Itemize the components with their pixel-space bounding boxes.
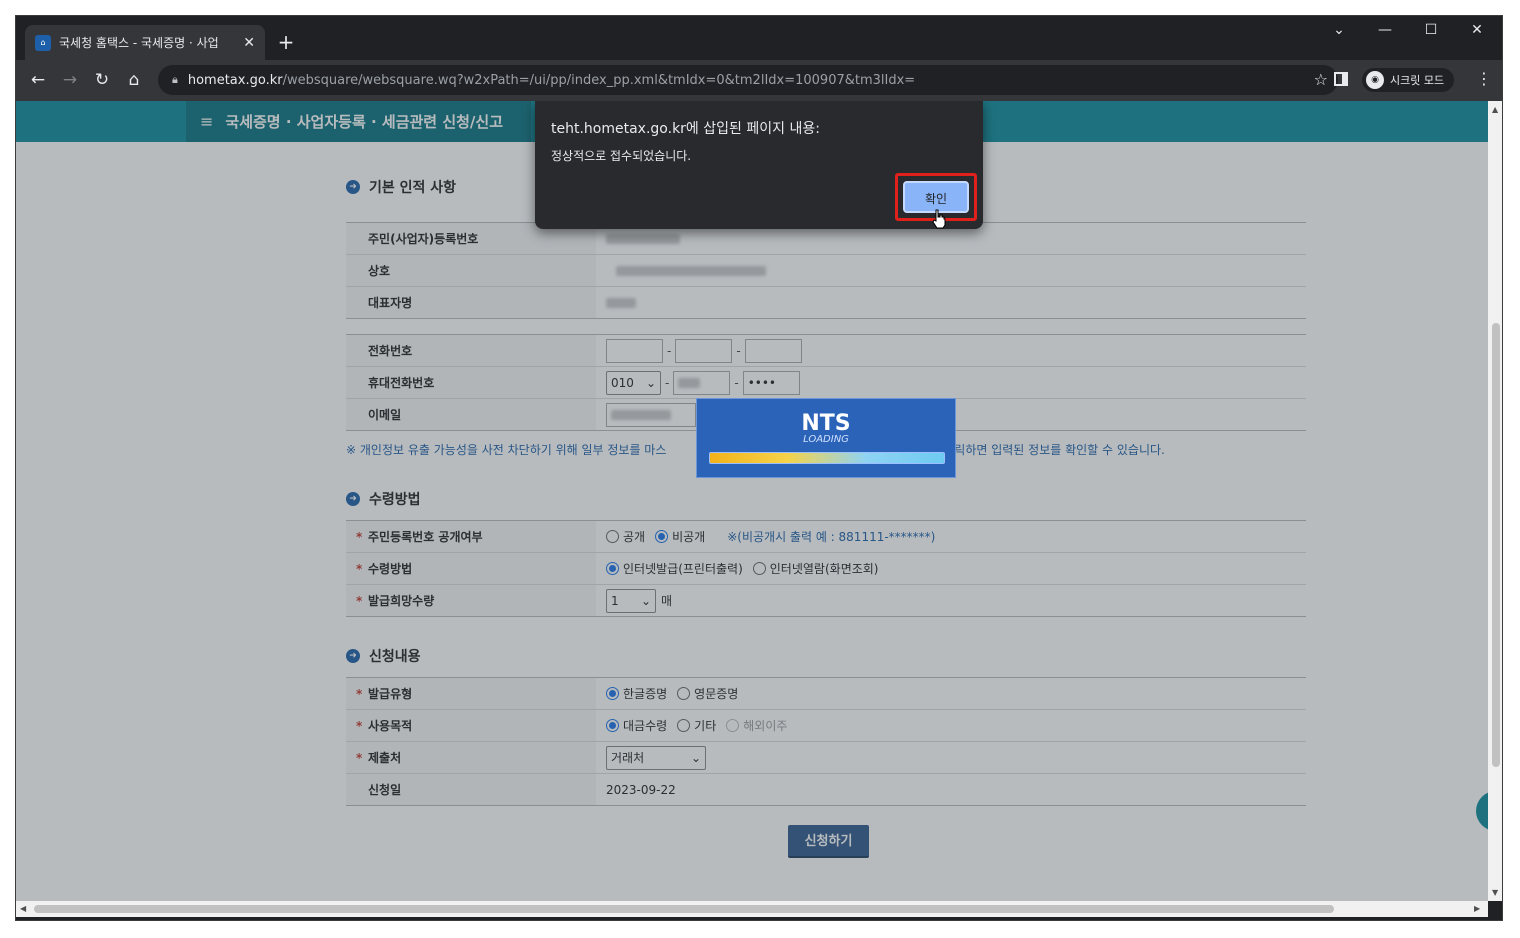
incognito-indicator[interactable]: ◉ 시크릿 모드 (1362, 68, 1455, 92)
reload-icon[interactable]: ↻ (90, 68, 114, 92)
browser-window: ⌂ 국세청 홈택스 - 국세증명 · 사업 ✕ + ⌄ — ☐ ✕ ← → ↻ … (15, 15, 1503, 921)
close-window-icon[interactable]: ✕ (1454, 22, 1500, 38)
vertical-scrollbar[interactable]: ▲ ▼ (1488, 101, 1502, 901)
tab-title: 국세청 홈택스 - 국세증명 · 사업 (59, 36, 219, 50)
browser-tab[interactable]: ⌂ 국세청 홈택스 - 국세증명 · 사업 ✕ (25, 25, 265, 60)
back-icon[interactable]: ← (26, 68, 50, 92)
tab-search-icon[interactable]: ⌄ (1316, 22, 1362, 38)
scroll-left-icon[interactable]: ◀ (20, 904, 26, 913)
browser-toolbar: ← → ↻ ⌂ 🔒︎ hometax.go.kr /websquare/webs… (16, 60, 1502, 101)
loading-popup: NTS LOADING (696, 398, 956, 478)
incognito-label: 시크릿 모드 (1390, 74, 1445, 87)
forward-icon[interactable]: → (58, 68, 82, 92)
side-panel-icon[interactable] (1334, 72, 1348, 86)
url-host: hometax.go.kr (187, 72, 283, 88)
page-viewport: ≡ 국세증명 · 사업자등록 · 세금관련 신청/신고 ➜ 기본 인적 사항 *… (16, 101, 1488, 901)
alert-dialog: teht.hometax.go.kr에 삽입된 페이지 내용: 정상적으로 접수… (535, 101, 983, 229)
dialog-message: 정상적으로 접수되었습니다. (551, 149, 692, 163)
loading-text: LOADING (803, 434, 849, 445)
hometax-favicon-icon: ⌂ (35, 34, 51, 51)
loading-progress-bar (709, 452, 945, 464)
loading-progress-fill (710, 453, 944, 463)
star-icon[interactable]: ☆ (1314, 70, 1328, 89)
url-path: /websquare/websquare.wq?w2xPath=/ui/pp/i… (282, 72, 916, 88)
scroll-up-icon[interactable]: ▲ (1492, 105, 1498, 114)
horizontal-scroll-thumb[interactable] (34, 905, 1334, 913)
scroll-down-icon[interactable]: ▼ (1492, 888, 1498, 897)
horizontal-scrollbar[interactable]: ◀ ▶ (16, 901, 1488, 917)
lock-icon[interactable]: 🔒︎ (172, 73, 178, 87)
incognito-icon: ◉ (1366, 71, 1384, 89)
minimize-icon[interactable]: — (1362, 22, 1408, 38)
tab-close-icon[interactable]: ✕ (243, 35, 255, 51)
home-icon[interactable]: ⌂ (122, 68, 146, 92)
menu-icon[interactable]: ⋮ (1476, 69, 1492, 88)
tab-strip: ⌂ 국세청 홈택스 - 국세증명 · 사업 ✕ + ⌄ — ☐ ✕ (16, 16, 1502, 60)
maximize-icon[interactable]: ☐ (1408, 22, 1454, 38)
hand-cursor-icon (932, 209, 946, 229)
loading-brand: NTS (801, 411, 851, 436)
scroll-right-icon[interactable]: ▶ (1474, 904, 1480, 913)
address-bar[interactable]: 🔒︎ hometax.go.kr /websquare/websquare.wq… (158, 65, 1338, 95)
new-tab-button[interactable]: + (274, 30, 298, 54)
dialog-title: teht.hometax.go.kr에 삽입된 페이지 내용: (551, 121, 820, 137)
vertical-scroll-thumb[interactable] (1492, 323, 1500, 767)
